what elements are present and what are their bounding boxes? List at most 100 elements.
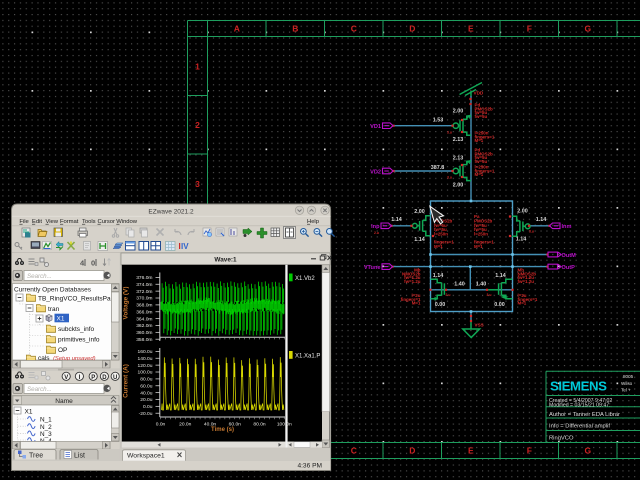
svg-text:Name: Name <box>55 398 73 405</box>
svg-text:1.14: 1.14 <box>495 273 506 279</box>
svg-text:1.14: 1.14 <box>433 273 444 279</box>
svg-text:Inm: Inm <box>562 224 572 230</box>
svg-text:Tree: Tree <box>29 453 43 460</box>
svg-text:X1.Xa1.P: X1.Xa1.P <box>295 354 320 360</box>
svg-text:2.00: 2.00 <box>414 209 425 215</box>
svg-text:M=1: M=1 <box>518 301 527 306</box>
svg-text:D: D <box>409 446 415 456</box>
svg-text:120.0u: 120.0u <box>138 363 153 369</box>
svg-text:1.14: 1.14 <box>516 237 527 243</box>
svg-text:Window: Window <box>116 219 137 225</box>
svg-text:80.0n: 80.0n <box>253 422 266 428</box>
svg-text:X1: X1 <box>57 316 65 323</box>
svg-text:1.40: 1.40 <box>476 282 487 288</box>
svg-text:N_1: N_1 <box>40 417 52 424</box>
svg-text:376.0m: 376.0m <box>136 275 152 281</box>
svg-text:2.00: 2.00 <box>453 109 464 115</box>
svg-text:Wilso: Wilso <box>621 381 633 386</box>
svg-text:3: 3 <box>195 179 200 189</box>
svg-text:360.0m: 360.0m <box>136 330 152 336</box>
svg-text:2.00: 2.00 <box>453 183 464 189</box>
svg-text:374.0m: 374.0m <box>136 282 152 288</box>
svg-text:SIEMENS: SIEMENS <box>550 379 607 394</box>
svg-text:-20.0u: -20.0u <box>139 411 153 417</box>
svg-text:1.14: 1.14 <box>536 217 547 223</box>
svg-text:Wave:1: Wave:1 <box>214 256 237 263</box>
svg-text:E: E <box>468 446 474 456</box>
svg-text:2.13: 2.13 <box>453 156 464 162</box>
svg-text:Search...: Search... <box>27 386 52 393</box>
svg-text:G: G <box>584 446 591 456</box>
svg-text:364.0m: 364.0m <box>136 316 152 322</box>
svg-text:M=1: M=1 <box>412 301 421 306</box>
svg-text:370.0m: 370.0m <box>136 296 152 302</box>
svg-text:M=1: M=1 <box>475 172 484 177</box>
svg-text:D: D <box>409 24 415 34</box>
svg-text:M=1: M=1 <box>475 138 484 143</box>
svg-text:l=250n: l=250n <box>434 232 448 237</box>
svg-text:l=250n: l=250n <box>474 232 488 237</box>
svg-text:VD2: VD2 <box>370 169 381 175</box>
svg-text:Voltage (V): Voltage (V) <box>123 287 130 320</box>
svg-text:E: E <box>468 24 474 34</box>
svg-text:subckts_info: subckts_info <box>58 326 95 333</box>
svg-text:tran: tran <box>48 306 60 313</box>
svg-text:372.0m: 372.0m <box>136 289 152 295</box>
svg-text:4:36 PM: 4:36 PM <box>297 462 322 469</box>
svg-text:1.14: 1.14 <box>391 217 402 223</box>
svg-text:387.8: 387.8 <box>431 165 445 171</box>
svg-text:VDD: VDD <box>474 91 484 96</box>
svg-text:3.u: 3.u <box>529 229 534 233</box>
svg-text:X1: X1 <box>25 409 33 416</box>
svg-text:Current (A): Current (A) <box>123 364 130 398</box>
svg-text:Currently Open Databases: Currently Open Databases <box>14 287 92 294</box>
svg-text:VTune: VTune <box>364 265 381 271</box>
svg-text:fw=5u: fw=5u <box>475 114 488 119</box>
svg-text:C: C <box>351 446 357 456</box>
svg-text:VD1: VD1 <box>370 124 381 130</box>
svg-text:F: F <box>527 24 532 34</box>
svg-text:V: V <box>64 375 68 381</box>
svg-text:M=1: M=1 <box>474 244 483 249</box>
svg-text:1.40: 1.40 <box>454 282 465 288</box>
svg-text:100.0u: 100.0u <box>138 370 153 376</box>
svg-text:Author = Tanner EDA Librar: Author = Tanner EDA Librar <box>549 412 620 418</box>
svg-text:3.u: 3.u <box>447 130 452 134</box>
svg-text:100.0n: 100.0n <box>277 422 292 428</box>
svg-text:P: P <box>91 375 95 381</box>
svg-text:fw=1.2u: fw=1.2u <box>518 279 535 284</box>
svg-text:0.0n: 0.0n <box>156 422 166 428</box>
svg-text:primitives_info: primitives_info <box>58 337 100 344</box>
svg-text:140.0u: 140.0u <box>138 356 153 362</box>
svg-text:Time (s): Time (s) <box>211 427 234 433</box>
svg-text:0.00: 0.00 <box>494 302 505 308</box>
svg-text:OutP: OutP <box>562 265 576 271</box>
svg-text:List: List <box>74 453 85 460</box>
svg-text:G: G <box>584 24 591 34</box>
svg-text:fw=1.2u: fw=1.2u <box>404 279 421 284</box>
svg-text:Modified = 03/15/21 09:47:: Modified = 03/15/21 09:47: <box>549 402 611 408</box>
svg-text:0.0u: 0.0u <box>143 404 153 410</box>
svg-text:3.u: 3.u <box>447 176 452 180</box>
svg-text:D: D <box>102 375 107 381</box>
svg-text:0.00: 0.00 <box>435 302 446 308</box>
svg-text:20.0n: 20.0n <box>179 422 192 428</box>
svg-text:M=1: M=1 <box>434 244 443 249</box>
svg-text:TB_RingVCO_ResultsPa: TB_RingVCO_ResultsPa <box>38 295 111 302</box>
svg-text:3.u: 3.u <box>487 293 492 297</box>
svg-text:VSS: VSS <box>475 323 484 328</box>
svg-text:368.0m: 368.0m <box>136 303 152 309</box>
svg-text:80.0u: 80.0u <box>140 377 153 383</box>
svg-text:OutM: OutM <box>562 253 577 259</box>
svg-text:B: B <box>292 24 298 34</box>
svg-text:2.00: 2.00 <box>517 209 528 215</box>
svg-text:2.u: 2.u <box>374 231 379 235</box>
svg-text:fw=5u: fw=5u <box>475 159 488 164</box>
svg-text:A: A <box>234 24 240 34</box>
svg-text:Search...: Search... <box>27 273 52 280</box>
svg-text:8005: 8005 <box>623 374 634 379</box>
svg-text:1: 1 <box>195 62 200 72</box>
svg-text:IV: IV <box>181 242 189 251</box>
svg-text:0: 0 <box>91 259 95 268</box>
svg-text:U: U <box>113 375 117 381</box>
